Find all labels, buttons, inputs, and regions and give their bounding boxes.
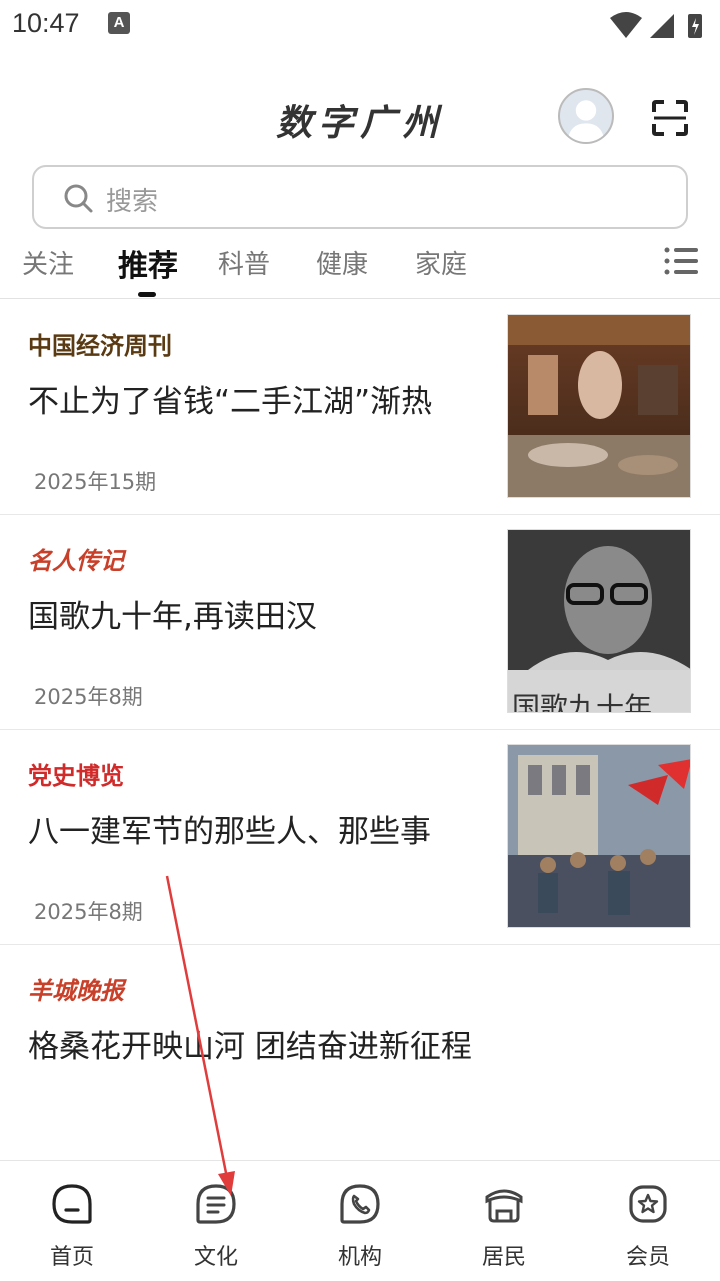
article-card[interactable]: 党史博览 八一建军节的那些人、那些事 2025年8期 bbox=[0, 730, 720, 945]
article-thumbnail bbox=[507, 744, 691, 928]
search-placeholder: 搜索 bbox=[106, 187, 159, 217]
nav-label: 会员 bbox=[625, 1245, 670, 1270]
article-card[interactable]: 中国经济周刊 不止为了省钱“二手江湖”渐热 2025年15期 bbox=[0, 300, 720, 515]
scan-icon[interactable] bbox=[650, 98, 690, 138]
system-status-icons bbox=[610, 12, 702, 38]
home-face-icon bbox=[52, 1184, 92, 1224]
article-source: 羊城晚报 bbox=[28, 977, 124, 1005]
article-headline: 国歌九十年,再读田汉 bbox=[28, 599, 317, 635]
article-date: 2025年8期 bbox=[34, 900, 143, 924]
thumbnail-caption: 国歌九十年 bbox=[512, 691, 653, 713]
nav-institution[interactable]: 机构 bbox=[288, 1161, 432, 1281]
search-input[interactable]: 搜索 bbox=[32, 165, 688, 229]
search-icon bbox=[64, 184, 93, 213]
wifi-icon bbox=[610, 12, 642, 38]
category-tabs: 关注 推荐 科普 健康 家庭 bbox=[0, 232, 720, 299]
tab-science[interactable]: 科普 bbox=[218, 244, 270, 281]
signal-icon bbox=[650, 14, 674, 38]
document-icon bbox=[196, 1184, 236, 1224]
member-star-icon bbox=[629, 1185, 667, 1223]
user-avatar-icon bbox=[567, 100, 605, 142]
channel-menu-icon[interactable] bbox=[664, 246, 698, 276]
article-thumbnail bbox=[507, 314, 691, 498]
phone-icon bbox=[340, 1184, 380, 1224]
article-source: 党史博览 bbox=[28, 761, 124, 790]
bottom-nav: 首页 文化 机构 居民 会员 bbox=[0, 1160, 720, 1281]
app-header: 数字广州 bbox=[0, 80, 720, 154]
article-date: 2025年15期 bbox=[34, 470, 157, 494]
status-bar: 10:47 A bbox=[0, 0, 720, 50]
avatar[interactable] bbox=[558, 88, 614, 144]
nav-label: 机构 bbox=[337, 1245, 382, 1270]
tab-family[interactable]: 家庭 bbox=[415, 244, 467, 281]
tab-health[interactable]: 健康 bbox=[316, 244, 368, 281]
active-tab-indicator bbox=[138, 292, 156, 297]
nav-culture[interactable]: 文化 bbox=[144, 1161, 288, 1281]
article-headline: 格桑花开映山河 团结奋进新征程 bbox=[28, 1029, 472, 1065]
article-card[interactable]: 羊城晚报 格桑花开映山河 团结奋进新征程 bbox=[0, 945, 720, 1159]
article-headline: 不止为了省钱“二手江湖”渐热 bbox=[28, 384, 433, 420]
nav-label: 首页 bbox=[49, 1245, 94, 1270]
status-time: 10:47 bbox=[12, 8, 80, 38]
article-thumbnail: 国歌九十年 bbox=[507, 529, 691, 713]
article-headline: 八一建军节的那些人、那些事 bbox=[28, 814, 431, 850]
notification-icon: A bbox=[108, 12, 130, 34]
article-source: 中国经济周刊 bbox=[28, 331, 172, 360]
nav-resident[interactable]: 居民 bbox=[432, 1161, 576, 1281]
article-source: 名人传记 bbox=[28, 547, 124, 575]
tab-follow[interactable]: 关注 bbox=[22, 244, 74, 281]
nav-label: 文化 bbox=[193, 1245, 238, 1270]
article-card[interactable]: 名人传记 国歌九十年,再读田汉 2025年8期 国歌九十年 bbox=[0, 515, 720, 730]
tab-recommend[interactable]: 推荐 bbox=[118, 241, 178, 285]
article-date: 2025年8期 bbox=[34, 685, 143, 709]
resident-icon bbox=[485, 1189, 523, 1223]
nav-home[interactable]: 首页 bbox=[0, 1161, 144, 1281]
nav-label: 居民 bbox=[481, 1245, 526, 1270]
nav-member[interactable]: 会员 bbox=[576, 1161, 720, 1281]
